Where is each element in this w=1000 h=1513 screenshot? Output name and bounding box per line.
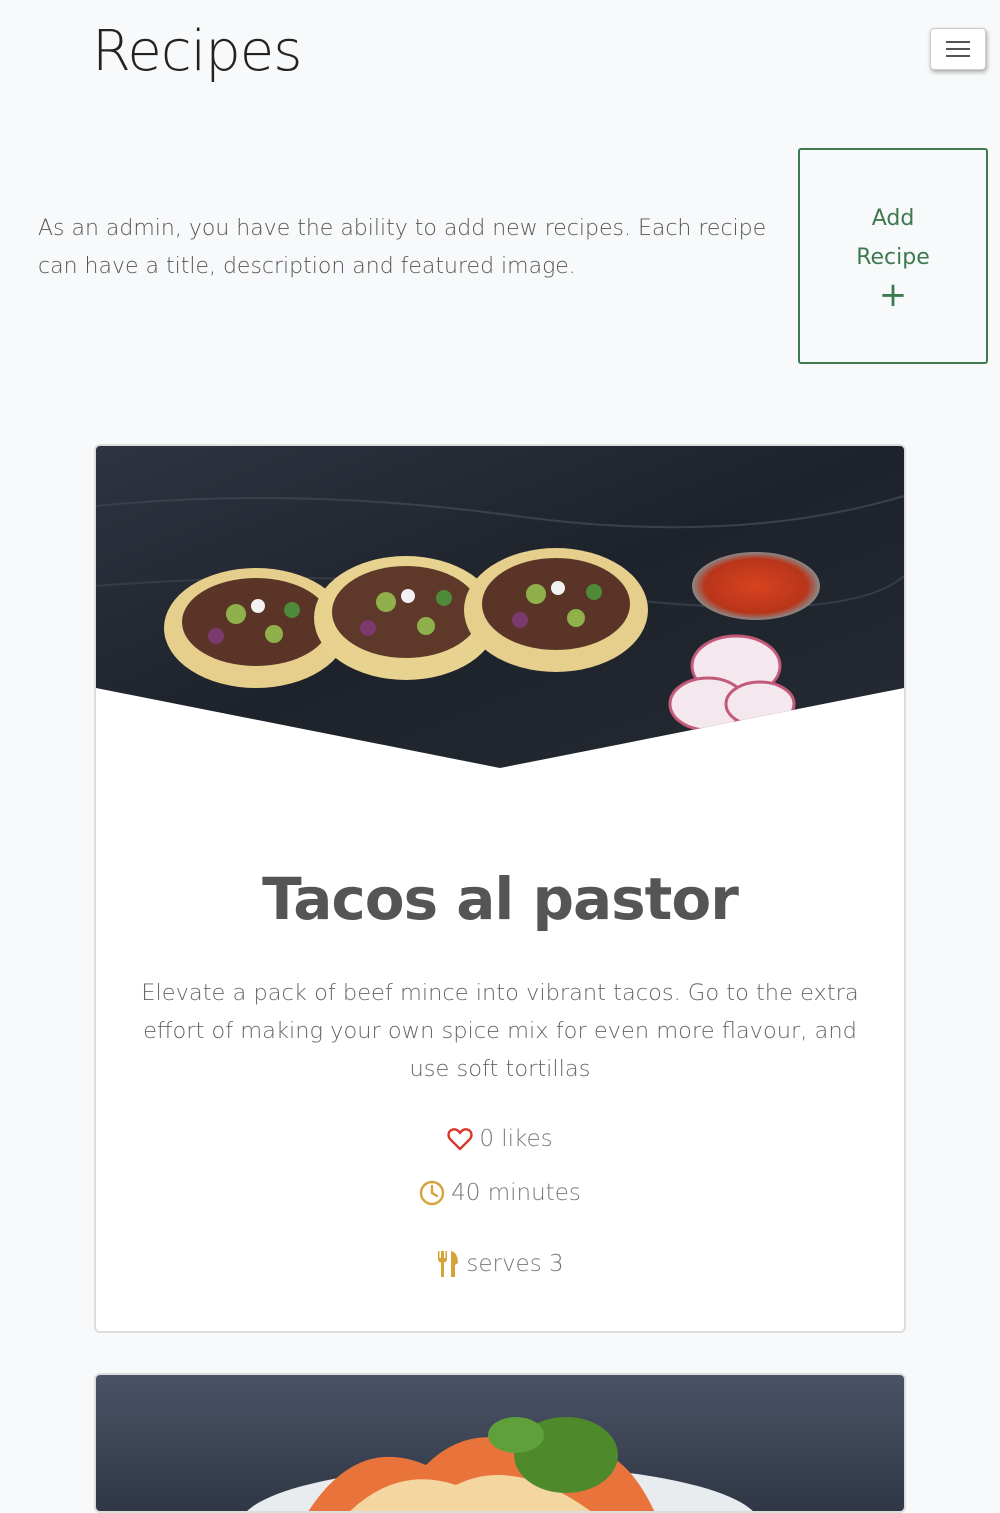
servings-count: serves 3 bbox=[466, 1251, 564, 1277]
clock-icon bbox=[419, 1180, 445, 1206]
hamburger-menu-icon bbox=[946, 41, 970, 57]
cooking-time: 40 minutes bbox=[451, 1180, 581, 1206]
recipe-card[interactable] bbox=[94, 1373, 906, 1513]
recipe-featured-image bbox=[96, 446, 904, 768]
recipe-featured-image bbox=[96, 1375, 904, 1511]
recipe-title[interactable]: Tacos al pastor bbox=[96, 864, 904, 934]
admin-intro-text: As an admin, you have the ability to add… bbox=[38, 216, 767, 279]
recipe-description: Elevate a pack of beef mince into vibran… bbox=[141, 980, 859, 1082]
page-title: Recipes bbox=[92, 19, 302, 84]
fork-knife-icon bbox=[438, 1251, 459, 1277]
heart-icon[interactable] bbox=[447, 1127, 473, 1151]
add-recipe-label-line1: Add bbox=[871, 206, 915, 231]
add-recipe-button[interactable]: Add Recipe + bbox=[798, 148, 988, 364]
add-recipe-label-line2: Recipe bbox=[856, 245, 930, 270]
recipe-servings: serves 3 bbox=[96, 1248, 904, 1280]
plus-icon: + bbox=[878, 275, 908, 315]
recipe-likes[interactable]: 0 likes bbox=[96, 1124, 904, 1154]
menu-toggle-button[interactable] bbox=[930, 28, 986, 70]
recipe-time: 40 minutes bbox=[96, 1178, 904, 1208]
recipe-card[interactable]: Tacos al pastor Elevate a pack of beef m… bbox=[94, 444, 906, 1333]
likes-count: 0 likes bbox=[479, 1126, 553, 1152]
